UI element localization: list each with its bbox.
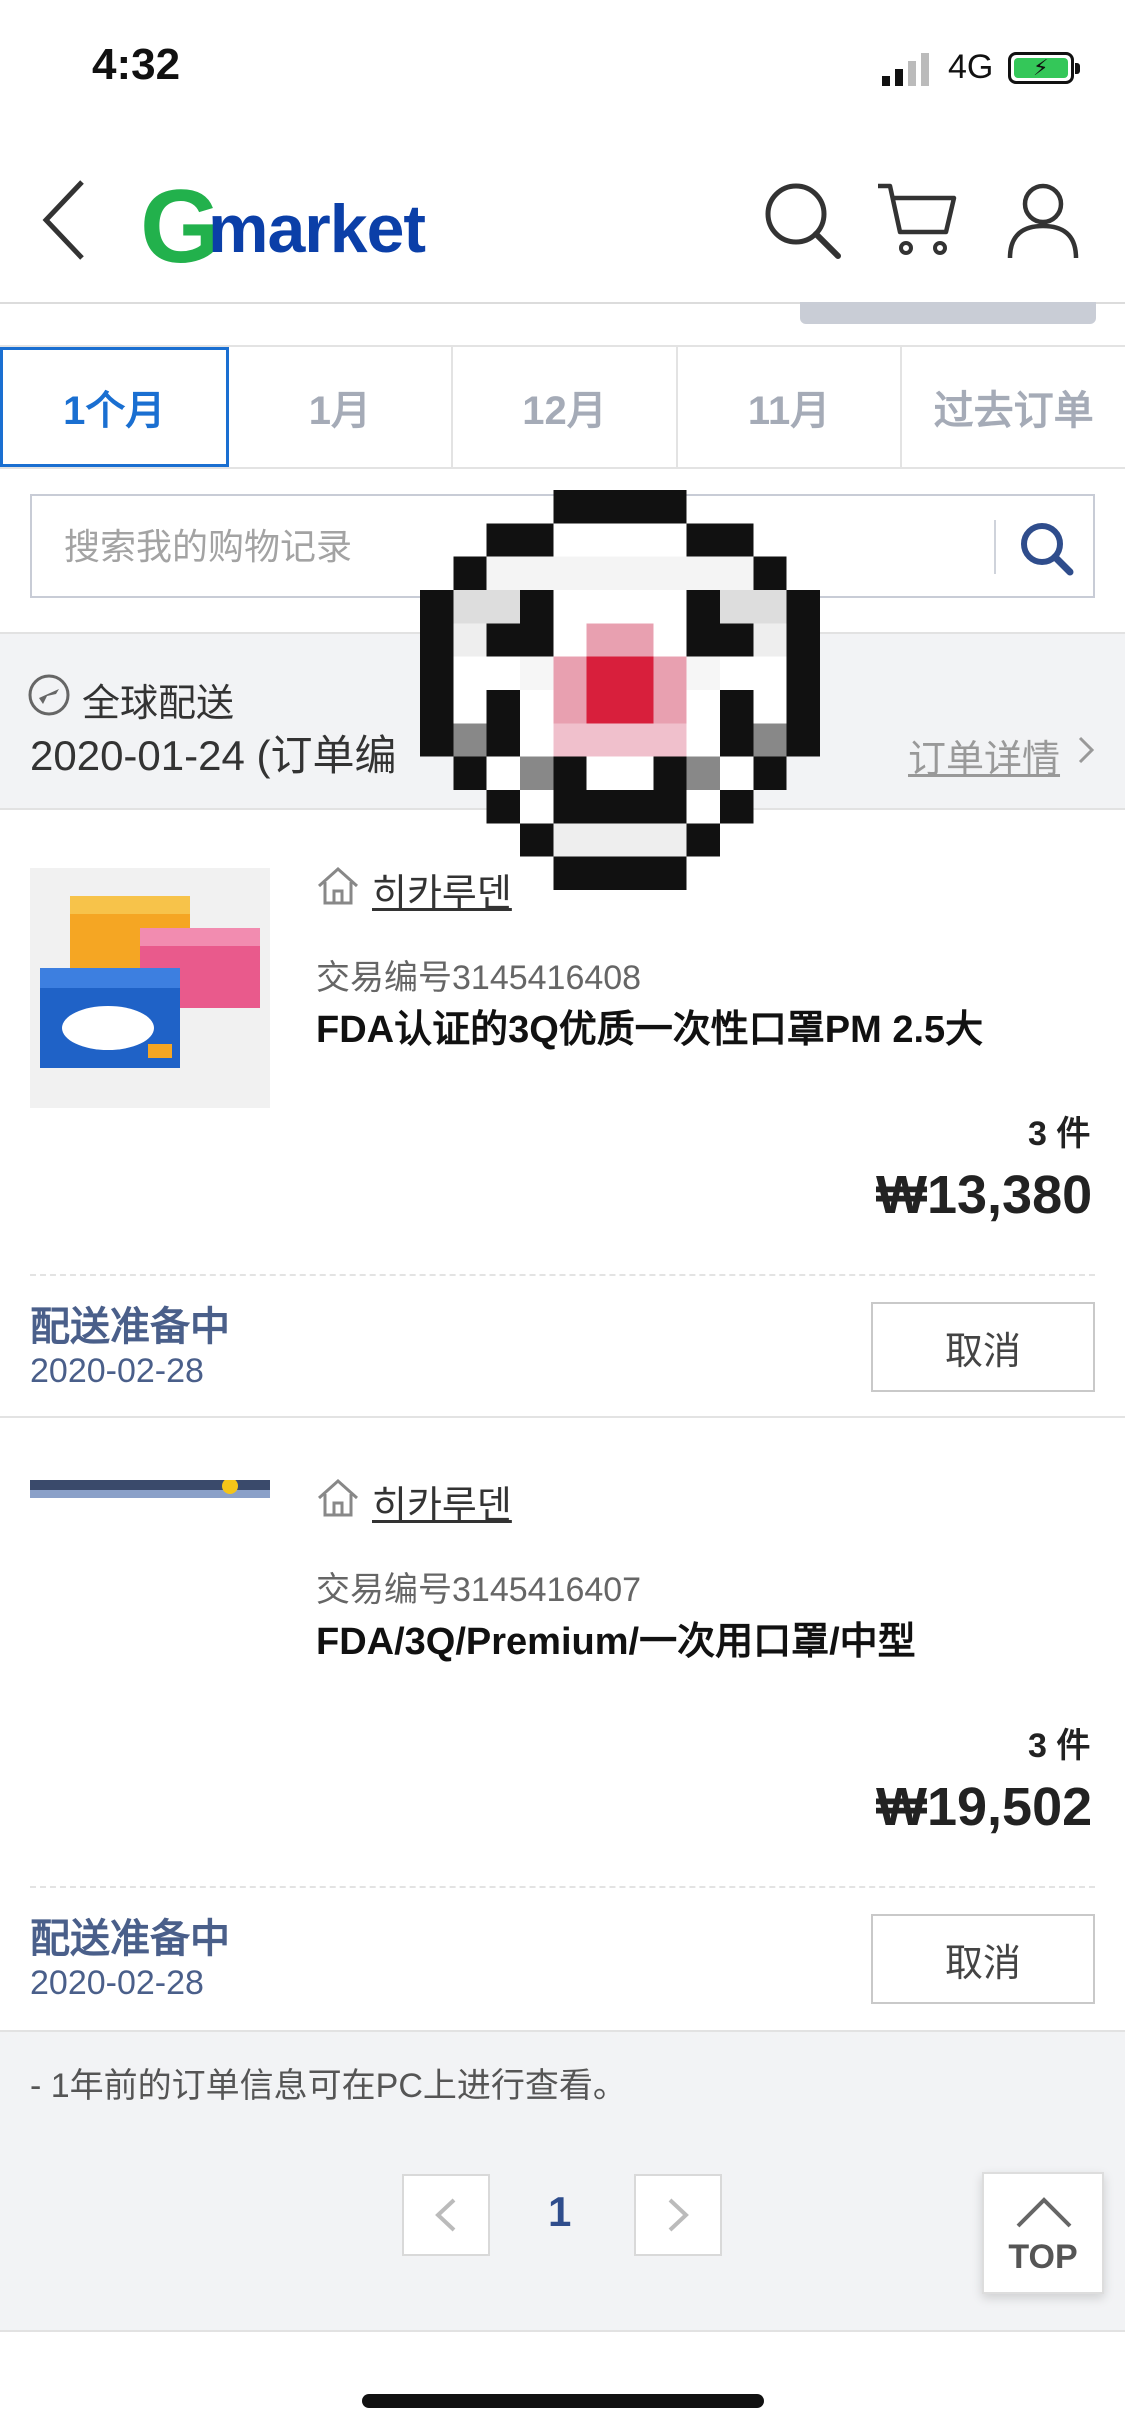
shipping-status: 配送准备中 xyxy=(30,1305,230,1349)
history-notice: - 1年前的订单信息可在PC上进行查看。 xyxy=(30,2067,627,2105)
logo-text[interactable]: market xyxy=(208,190,426,268)
current-page[interactable]: 1 xyxy=(548,2188,571,2236)
cart-icon[interactable] xyxy=(876,178,958,260)
mosaic-redaction xyxy=(420,490,820,890)
trade-number: 交易编号3145416408 xyxy=(316,959,642,997)
item-separator xyxy=(0,1416,1125,1418)
battery-icon: ⚡ xyxy=(1008,52,1080,84)
search-button-icon[interactable] xyxy=(1010,512,1082,584)
item-qty: 3 件 xyxy=(1028,1727,1091,1765)
item-price: ₩19,502 xyxy=(876,1777,1093,1837)
prev-page-button[interactable] xyxy=(402,2174,490,2256)
item-qty: 3 件 xyxy=(1028,1115,1091,1153)
home-icon xyxy=(317,866,359,905)
tab-jan[interactable]: 1月 xyxy=(229,347,454,467)
header-subbar xyxy=(800,302,1096,324)
home-icon xyxy=(317,1478,359,1517)
chevron-left-icon xyxy=(435,2198,456,2232)
home-indicator[interactable] xyxy=(362,2394,764,2408)
plane-icon xyxy=(28,674,70,716)
divider xyxy=(30,1274,1095,1276)
bottom-divider xyxy=(0,2330,1125,2332)
tab-nov[interactable]: 11月 xyxy=(678,347,903,467)
shipping-status: 配送准备中 xyxy=(30,1917,230,1961)
status-time: 4:32 xyxy=(92,40,181,89)
signal-icon xyxy=(882,53,929,86)
chevron-up-icon xyxy=(1016,2197,1072,2228)
product-image[interactable] xyxy=(30,1480,270,1498)
tab-1-month[interactable]: 1个月 xyxy=(0,347,229,467)
order-detail-link[interactable]: 订单详情 xyxy=(908,728,1060,783)
item-price: ₩13,380 xyxy=(876,1165,1093,1225)
back-icon[interactable] xyxy=(38,178,90,262)
top-label: TOP xyxy=(1008,2238,1078,2276)
scroll-top-button[interactable]: TOP xyxy=(982,2172,1104,2294)
cancel-button[interactable]: 取消 xyxy=(871,1914,1095,2004)
shipping-type: 全球配送 xyxy=(82,683,235,725)
network-label: 4G xyxy=(948,48,994,86)
logo-g[interactable]: G xyxy=(140,168,221,287)
product-image[interactable] xyxy=(30,868,270,1108)
item-title[interactable]: FDA认证的3Q优质一次性口罩PM 2.5大 xyxy=(316,998,983,1053)
tab-dec[interactable]: 12月 xyxy=(453,347,678,467)
user-icon[interactable] xyxy=(1002,178,1084,260)
search-divider xyxy=(994,520,996,574)
status-date: 2020-02-28 xyxy=(30,1352,204,1390)
item-title[interactable]: FDA/3Q/Premium/一次用口罩/中型 xyxy=(316,1610,916,1665)
seller-link[interactable]: 히카루덴 xyxy=(372,862,512,917)
next-page-button[interactable] xyxy=(634,2174,722,2256)
search-icon[interactable] xyxy=(760,178,842,260)
tab-past-orders[interactable]: 过去订单 xyxy=(902,347,1125,467)
order-date-line: 2020-01-24 (订单编 xyxy=(30,732,397,779)
divider xyxy=(30,1886,1095,1888)
chevron-right-icon xyxy=(1078,736,1095,764)
status-date: 2020-02-28 xyxy=(30,1964,204,2002)
seller-link[interactable]: 히카루덴 xyxy=(372,1474,512,1529)
period-tabs: 1个月 1月 12月 11月 过去订单 xyxy=(0,345,1125,469)
chevron-right-icon xyxy=(668,2198,689,2232)
cancel-button[interactable]: 取消 xyxy=(871,1302,1095,1392)
trade-number: 交易编号3145416407 xyxy=(316,1571,642,1609)
